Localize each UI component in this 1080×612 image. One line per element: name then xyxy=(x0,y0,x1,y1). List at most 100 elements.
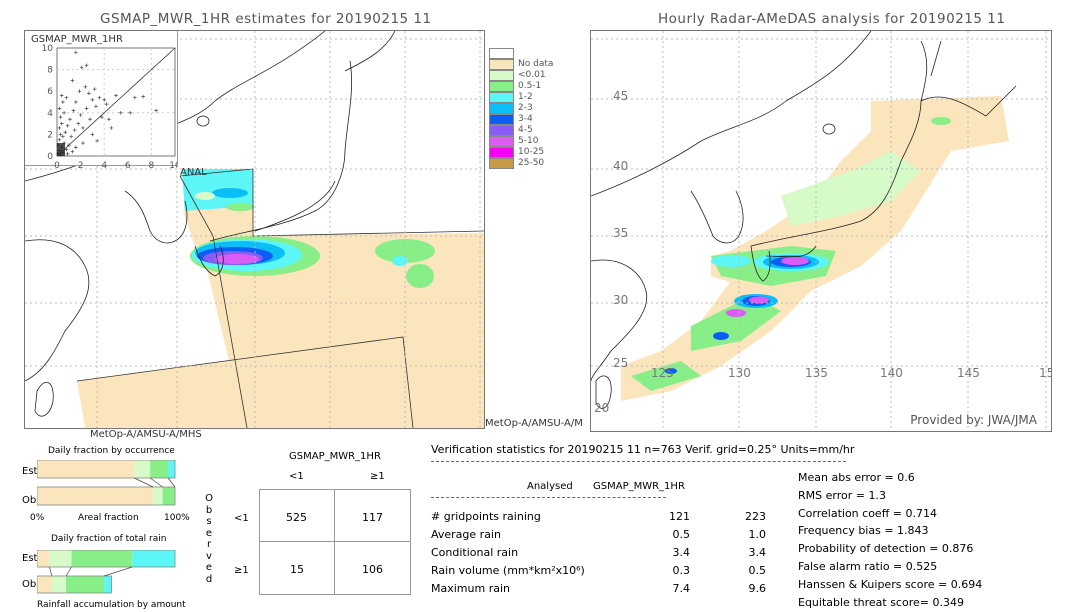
scatter-point xyxy=(72,128,77,132)
stats-analysed: 3.4 xyxy=(672,546,691,559)
rain-cell xyxy=(711,255,751,267)
cell-obs-ge1-est-ge1: 106 xyxy=(362,563,383,576)
scatter-point xyxy=(109,126,114,130)
rain-band xyxy=(215,254,259,264)
legend-swatch xyxy=(489,114,514,125)
stats-gsmap: 1.0 xyxy=(748,528,767,541)
bar-segment xyxy=(132,550,175,567)
observed-letter: e xyxy=(205,527,213,539)
right-map: 45 40 35 30 25 20 125 130 135 140 145 15 Provided … xyxy=(590,30,1052,432)
legend-label: 5-10 xyxy=(518,136,539,146)
coastline-korea xyxy=(690,190,744,244)
rain-cell xyxy=(749,296,769,304)
accumulation-title: Rainfall accumulation by amount xyxy=(37,600,186,610)
observed-letter: e xyxy=(205,562,213,573)
bar-connector xyxy=(134,477,154,488)
latitude-label: 20 xyxy=(594,401,610,415)
stats-label: Rain volume (mm*km²x10⁶) xyxy=(431,564,585,577)
rain-cell xyxy=(713,332,729,340)
scatter-point xyxy=(71,108,76,113)
stats-analysed: 121 xyxy=(669,510,690,523)
scatter-plot: 0 2 4 6 8 10 0 2 4 6 8 10 xyxy=(42,44,177,171)
bar-segment xyxy=(51,576,67,593)
scatter-y-tick: 0 xyxy=(47,152,53,162)
scatter-y-tick: 6 xyxy=(47,87,53,97)
stats-label: Conditional rain xyxy=(431,546,519,559)
legend-swatch xyxy=(489,59,514,70)
scatter-point xyxy=(58,132,63,137)
legend-label: No data xyxy=(518,59,554,69)
scatter-point xyxy=(63,130,68,135)
scatter-x-tick: 0 xyxy=(54,161,60,171)
observed-letter: s xyxy=(206,516,212,527)
scatter-point xyxy=(61,134,65,139)
legend-label: 3-4 xyxy=(518,114,533,124)
bar-segment xyxy=(162,487,175,505)
legend-label: 2-3 xyxy=(518,103,533,113)
row-header-ge1: ≥1 xyxy=(234,565,249,576)
bar-segment xyxy=(37,460,135,478)
scatter-point xyxy=(64,95,69,100)
left-map: GSMAP_MWR_1HR 02468100246810 ANAL xyxy=(24,30,485,429)
cell-obs-lt1-est-ge1: 117 xyxy=(362,511,383,524)
scatter-point xyxy=(84,106,89,111)
scatter-point xyxy=(57,106,62,111)
scatter-point xyxy=(61,100,65,104)
scatter-point xyxy=(107,117,111,122)
legend-label: 1-2 xyxy=(518,92,533,102)
score-line: Probability of detection = 0.876 xyxy=(798,542,974,556)
legend-swatch xyxy=(489,125,514,136)
stats-analysed: 0.3 xyxy=(672,564,691,577)
scatter-point xyxy=(95,139,99,143)
scatter-point xyxy=(81,141,85,145)
scatter-point xyxy=(114,93,118,98)
occurrence-bars xyxy=(37,460,176,506)
scatter-point xyxy=(133,95,137,100)
axis-right-label: 100% xyxy=(164,513,190,523)
scatter-point xyxy=(59,93,64,98)
rain-cell xyxy=(212,188,248,198)
scatter-point xyxy=(128,111,132,115)
anal-label: ANAL xyxy=(180,167,207,178)
legend-swatch xyxy=(489,158,514,169)
stats-label: Maximum rain xyxy=(431,582,510,595)
scatter-point xyxy=(57,138,62,142)
latitude-label: 25 xyxy=(613,356,629,370)
scatter-point xyxy=(92,87,97,91)
observed-letter: O xyxy=(205,493,213,504)
scatter-x-tick: 10 xyxy=(169,161,177,171)
col-header-ge1: ≥1 xyxy=(370,471,385,482)
scatter-point xyxy=(70,149,75,154)
col-analysed: Analysed xyxy=(527,481,573,492)
bar-connector xyxy=(49,566,53,577)
longitude-label: 125 xyxy=(651,366,674,380)
bar-segment xyxy=(37,487,153,505)
scatter-dense-cluster xyxy=(57,143,65,156)
satellite-label-overlay: MetOp-A/AMSU-A/M xyxy=(485,418,583,429)
rain-cell xyxy=(406,264,434,288)
occurrence-title: Daily fraction by occurrence xyxy=(48,446,175,456)
legend-label: 0.5-1 xyxy=(518,81,542,91)
scatter-point xyxy=(77,89,82,93)
left-map-title: GSMAP_MWR_1HR estimates for 20190215 11 xyxy=(100,11,432,27)
score-line: False alarm ratio = 0.525 xyxy=(798,560,938,573)
contingency-table xyxy=(259,489,411,595)
score-line: Hanssen & Kuipers score = 0.694 xyxy=(798,577,983,591)
legend-label: 25-50 xyxy=(518,158,545,168)
scatter-y-tick: 2 xyxy=(47,130,53,140)
longitude-label: 15 xyxy=(1039,366,1051,380)
scatter-point xyxy=(76,121,81,126)
scatter-point xyxy=(94,104,98,109)
bar-segment xyxy=(134,460,151,478)
bar-segment xyxy=(37,576,52,593)
scatter-point xyxy=(78,113,83,117)
rain-cell xyxy=(392,256,408,266)
bar-segment xyxy=(71,550,133,567)
scatter-x-tick: 4 xyxy=(101,161,107,171)
scatter-point xyxy=(65,152,70,156)
stats-label: # gridpoints raining xyxy=(431,510,541,523)
longitude-label: 140 xyxy=(880,366,903,380)
bar-connector xyxy=(103,566,133,577)
scatter-point xyxy=(70,78,75,83)
est-label-rain: Est xyxy=(22,553,38,564)
